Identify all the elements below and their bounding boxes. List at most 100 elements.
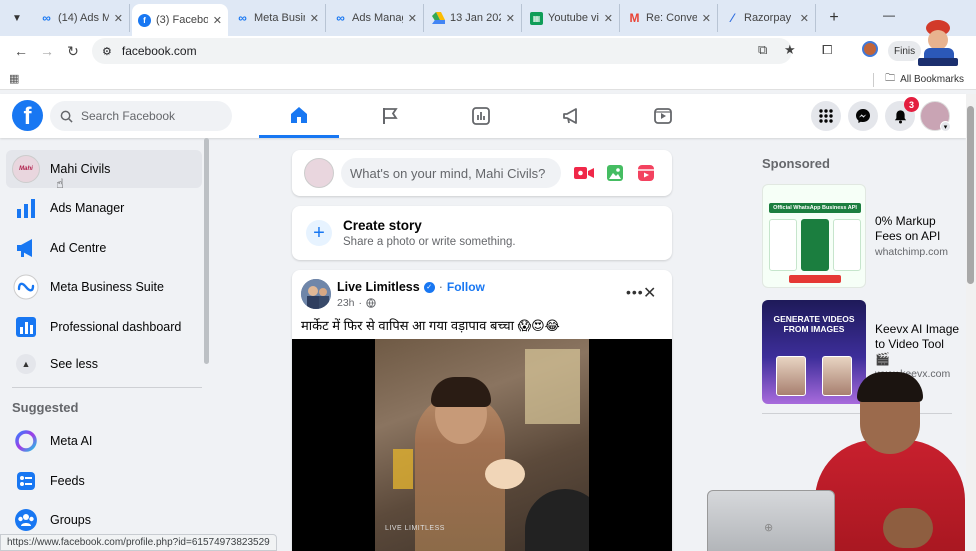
channel-logo bbox=[914, 18, 964, 68]
close-icon[interactable]: ✕ bbox=[213, 14, 222, 27]
author-avatar[interactable] bbox=[301, 279, 331, 309]
plus-icon: + bbox=[306, 220, 332, 246]
install-app-icon[interactable]: ⧉ bbox=[758, 42, 767, 58]
reel-icon[interactable] bbox=[635, 163, 657, 183]
globe-icon bbox=[366, 298, 376, 308]
close-icon[interactable]: ✕ bbox=[604, 12, 613, 25]
divider bbox=[873, 72, 875, 87]
apps-grid-icon[interactable]: ▦ bbox=[9, 72, 19, 85]
chevron-down-icon: ▾ bbox=[940, 121, 951, 132]
ad-domain: whatchimp.com bbox=[875, 246, 948, 258]
tab-pages[interactable] bbox=[350, 94, 430, 138]
sidebar-item-meta-business-suite[interactable]: Meta Business Suite bbox=[6, 268, 202, 306]
meta-icon: ∞ bbox=[336, 11, 345, 25]
back-arrow-icon[interactable]: ← bbox=[8, 43, 34, 59]
author-name[interactable]: Live Limitless bbox=[337, 280, 420, 294]
forward-arrow-icon[interactable]: → bbox=[34, 43, 60, 59]
sidebar-item-meta-ai[interactable]: Meta AI bbox=[6, 422, 202, 460]
video-foreground-person bbox=[525, 489, 589, 551]
extensions-icon[interactable]: ⧠ bbox=[822, 42, 832, 58]
tab-insights[interactable] bbox=[441, 94, 521, 138]
sidebar-item-label: Mahi Civils bbox=[50, 162, 111, 176]
facebook-icon: f bbox=[138, 13, 151, 27]
reload-icon[interactable]: ↻ bbox=[60, 43, 86, 60]
groups-icon bbox=[12, 506, 40, 534]
create-story-subtitle: Share a photo or write something. bbox=[343, 236, 516, 248]
tab-search-chevron-icon[interactable]: ▼ bbox=[6, 7, 28, 29]
facebook-logo[interactable]: f bbox=[12, 100, 43, 131]
account-avatar[interactable]: ▾ bbox=[920, 101, 951, 132]
close-icon[interactable]: ✕ bbox=[800, 12, 809, 25]
presenter-hair bbox=[857, 372, 923, 402]
ads-manager-icon bbox=[12, 194, 40, 222]
more-options-icon[interactable]: ••• bbox=[626, 284, 644, 300]
suggested-heading: Suggested bbox=[12, 400, 79, 415]
presenter-laptop: ⊕ bbox=[707, 490, 835, 551]
search-input[interactable] bbox=[81, 109, 221, 123]
search-box[interactable] bbox=[50, 101, 232, 131]
left-sidebar: Mahi Mahi Civils Ads Manager Ad Centre M… bbox=[0, 140, 210, 551]
tab-home[interactable] bbox=[259, 94, 339, 138]
photo-icon[interactable] bbox=[604, 163, 626, 183]
insights-icon bbox=[472, 107, 490, 125]
chevron-up-icon: ▲ bbox=[16, 354, 36, 374]
site-settings-icon[interactable]: ⚙ bbox=[102, 45, 112, 58]
sidebar-item-feeds[interactable]: Feeds bbox=[6, 462, 202, 500]
close-icon[interactable]: ✕ bbox=[643, 283, 656, 303]
tab-video[interactable] bbox=[623, 94, 703, 138]
sidebar-item-ad-centre[interactable]: Ad Centre bbox=[6, 229, 202, 267]
ad-image-headline: GENERATE VIDEOS FROM IMAGES bbox=[773, 314, 855, 334]
follow-button[interactable]: Follow bbox=[447, 280, 485, 294]
sidebar-item-ads-manager[interactable]: Ads Manager bbox=[6, 189, 202, 227]
browser-tab-7[interactable]: M Re: Conve ✕ bbox=[622, 4, 718, 32]
all-bookmarks-button[interactable]: 🗀 All Bookmarks bbox=[873, 71, 964, 88]
sidebar-item-mahi-civils[interactable]: Mahi Mahi Civils bbox=[6, 150, 202, 188]
messenger-button[interactable] bbox=[848, 101, 878, 131]
page-scrollbar-thumb[interactable] bbox=[967, 106, 974, 284]
post-time[interactable]: 23h bbox=[337, 297, 355, 309]
tab-ads[interactable] bbox=[532, 94, 612, 138]
avatar[interactable] bbox=[304, 158, 334, 188]
create-story-card[interactable]: + Create story Share a photo or write so… bbox=[292, 206, 672, 260]
composer-input[interactable]: What's on your mind, Mahi Civils? bbox=[341, 158, 561, 188]
see-less-button[interactable]: ▲ See less bbox=[6, 345, 202, 383]
close-icon[interactable]: ✕ bbox=[310, 12, 319, 25]
close-icon[interactable]: ✕ bbox=[506, 12, 515, 25]
sidebar-item-label: Professional dashboard bbox=[50, 320, 182, 334]
browser-tab-8[interactable]: ⁄ Razorpay | ✕ bbox=[720, 4, 816, 32]
video-food-plate bbox=[485, 459, 525, 489]
close-icon[interactable]: ✕ bbox=[114, 12, 123, 25]
url-omnibox[interactable]: ⚙ facebook.com bbox=[92, 38, 792, 64]
create-story-title: Create story bbox=[343, 218, 422, 233]
minimize-icon[interactable]: — bbox=[883, 8, 895, 22]
browser-tab-5[interactable]: 13 Jan 202 ✕ bbox=[426, 4, 522, 32]
meta-icon: ∞ bbox=[42, 11, 51, 25]
notifications-button[interactable]: 3 bbox=[885, 97, 919, 131]
profile-icon[interactable] bbox=[862, 41, 878, 60]
menu-button[interactable] bbox=[811, 101, 841, 131]
post-video[interactable]: LIVE LIMITLESS bbox=[292, 339, 672, 551]
sidebar-scrollbar[interactable] bbox=[204, 138, 209, 364]
url-text: facebook.com bbox=[121, 44, 197, 58]
sidebar-item-professional-dashboard[interactable]: Professional dashboard bbox=[6, 308, 202, 346]
live-video-icon[interactable] bbox=[573, 163, 595, 183]
browser-tab-4[interactable]: ∞ Ads Manag ✕ bbox=[328, 4, 424, 32]
post-composer: What's on your mind, Mahi Civils? bbox=[292, 150, 672, 196]
close-icon[interactable]: ✕ bbox=[408, 12, 417, 25]
sponsored-ad-whatchimp[interactable]: Official WhatsApp Business API 0% Markup… bbox=[762, 184, 958, 288]
browser-tab-3[interactable]: ∞ Meta Busin ✕ bbox=[230, 4, 326, 32]
ad-centre-icon bbox=[12, 234, 40, 262]
menu-grid-icon bbox=[819, 109, 833, 123]
bell-icon bbox=[894, 109, 906, 123]
browser-tab-1[interactable]: ∞ (14) Ads M ✕ bbox=[34, 4, 130, 32]
new-tab-button[interactable]: + bbox=[822, 9, 846, 27]
ad-image-headline: Official WhatsApp Business API bbox=[773, 205, 857, 211]
browser-tab-6[interactable]: ▦ Youtube vi ✕ bbox=[524, 4, 620, 32]
gmail-icon: M bbox=[629, 11, 640, 25]
presenter-hand bbox=[883, 508, 933, 548]
close-icon[interactable]: ✕ bbox=[702, 12, 711, 25]
browser-tab-2[interactable]: f (3) Facebo ✕ bbox=[132, 4, 228, 36]
ad-image-cta bbox=[789, 275, 841, 283]
search-icon bbox=[60, 110, 73, 123]
bookmark-star-icon[interactable]: ★ bbox=[784, 42, 796, 58]
